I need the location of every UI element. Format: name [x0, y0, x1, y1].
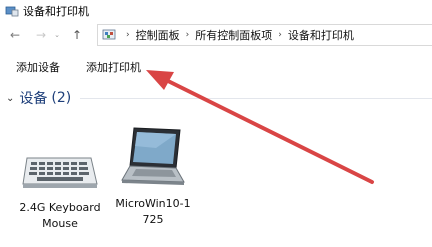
command-bar: 添加设备 添加打印机 — [0, 55, 432, 79]
window-title: 设备和打印机 — [23, 5, 89, 18]
address-row: ← → ⌄ ↑ › 控制面板 › 所有控制面板项 › 设备和打印机 — [0, 22, 432, 48]
breadcrumb-item-all-items[interactable]: 所有控制面板项 — [195, 27, 272, 43]
breadcrumb-item-control-panel[interactable]: 控制面板 — [136, 27, 180, 43]
group-title: 设备 — [19, 91, 48, 107]
group-count: (2) — [51, 90, 72, 106]
breadcrumb-separator: › — [126, 30, 130, 40]
control-panel-icon — [102, 29, 116, 40]
device-computer[interactable]: MicroWin10-1725 — [114, 126, 192, 228]
devices-group-header[interactable]: ⌄ 设备 (2) — [6, 88, 71, 108]
forward-button[interactable]: → — [32, 26, 50, 44]
breadcrumb-separator: › — [278, 30, 282, 40]
device-label: 2.4G Keyboard Mouse — [19, 201, 101, 230]
add-device-button[interactable]: 添加设备 — [16, 57, 60, 77]
keyboard-icon — [22, 157, 98, 188]
device-label: MicroWin10-1725 — [115, 197, 191, 226]
address-bar[interactable]: › 控制面板 › 所有控制面板项 › 设备和打印机 — [97, 24, 432, 46]
group-divider — [80, 98, 432, 99]
add-printer-button[interactable]: 添加打印机 — [86, 57, 141, 77]
device-keyboard-mouse[interactable]: 2.4G Keyboard Mouse — [14, 140, 106, 232]
title-bar: 设备和打印机 — [0, 0, 432, 22]
up-button[interactable]: ↑ — [68, 26, 86, 44]
devices-printers-icon — [5, 6, 19, 17]
laptop-icon — [121, 127, 185, 185]
recent-locations-button[interactable]: ⌄ — [52, 26, 62, 44]
back-button[interactable]: ← — [6, 26, 24, 44]
breadcrumb-item-devices-printers[interactable]: 设备和打印机 — [288, 27, 354, 43]
breadcrumb-separator: › — [185, 30, 190, 40]
chevron-down-icon[interactable]: ⌄ — [6, 93, 14, 104]
